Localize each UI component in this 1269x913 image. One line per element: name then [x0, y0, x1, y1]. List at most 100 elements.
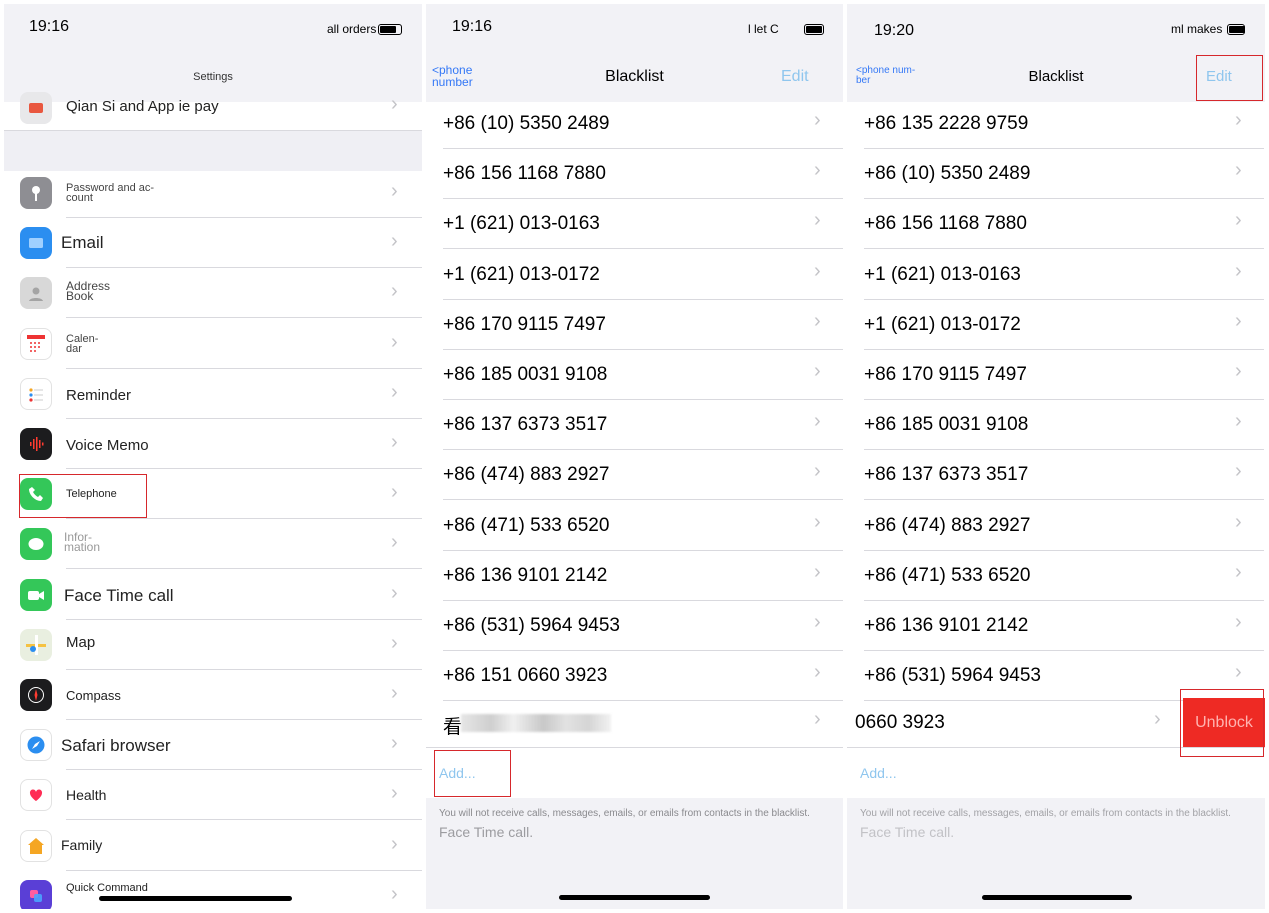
voice-memo-icon — [20, 428, 52, 460]
chevron-right-icon: › — [1235, 460, 1242, 483]
blocked-number: +86 170 9115 7497 — [864, 364, 1027, 385]
chevron-right-icon: › — [814, 309, 821, 332]
status-bar: 19:16 l let C — [426, 4, 843, 52]
chevron-right-icon: › — [391, 782, 398, 805]
settings-item[interactable]: Calen- dar › — [4, 319, 422, 369]
settings-item-label: Quick Command — [66, 881, 148, 894]
chevron-right-icon: › — [391, 330, 398, 353]
footer: You will not receive calls, messages, em… — [847, 798, 1265, 909]
blacklist-row[interactable]: +1 (621) 013-0172 › — [426, 249, 843, 300]
settings-item[interactable]: Map › — [4, 620, 422, 670]
settings-item[interactable]: Family › — [4, 821, 422, 871]
blocked-number: +86 156 1168 7880 — [443, 163, 606, 185]
chevron-right-icon: › — [391, 230, 398, 253]
blacklist-row-blurred[interactable]: 看 › — [426, 698, 843, 748]
nav-bar: <phone number Blacklist Edit — [426, 52, 843, 102]
blacklist-row[interactable]: +86 136 9101 2142 › — [847, 600, 1265, 651]
blurred-char: 看 — [443, 717, 463, 738]
compass-icon — [20, 679, 52, 711]
highlight-add — [434, 750, 511, 797]
blacklist-row[interactable]: +1 (621) 013-0172 › — [847, 299, 1265, 350]
blocked-number: +86 185 0031 9108 — [443, 364, 608, 385]
battery-icon — [378, 24, 402, 35]
blocked-number: +1 (621) 013-0172 — [864, 313, 1021, 335]
settings-item-label: Health — [66, 787, 107, 804]
settings-item[interactable]: Password and ac- count › — [4, 168, 422, 218]
blacklist-row[interactable]: +86 136 9101 2142 › — [426, 550, 843, 601]
settings-item[interactable]: Address Book › — [4, 268, 422, 319]
contacts-icon — [20, 277, 52, 310]
settings-item[interactable]: Compass › — [4, 670, 422, 720]
chevron-right-icon: › — [1235, 309, 1242, 332]
blacklist-row[interactable]: +86 (474) 883 2927 › — [426, 449, 843, 501]
blacklist-row[interactable]: +86 (471) 533 6520 › — [847, 550, 1265, 601]
blocked-number: +86 137 6373 3517 — [443, 414, 608, 436]
chevron-right-icon: › — [814, 209, 821, 232]
chevron-right-icon: › — [814, 259, 821, 282]
settings-item-label: Map — [66, 633, 96, 651]
settings-item-label: Infor- mation — [64, 530, 101, 555]
blacklist-row[interactable]: +86 (474) 883 2927 › — [847, 500, 1265, 551]
status-carrier: l let C — [748, 22, 779, 36]
blacklist-row[interactable]: +86 151 0660 3923 › — [426, 650, 843, 702]
settings-item-label: Voice Memo — [66, 437, 149, 454]
settings-item-apple-pay[interactable]: Qian Si and App ie pay › — [4, 88, 422, 130]
blacklist-row[interactable]: +86 156 1168 7880 › — [847, 198, 1265, 250]
chevron-right-icon: › — [391, 882, 398, 905]
blocked-number: +86 (531) 5964 9453 — [443, 615, 620, 636]
settings-item-label: Address Book — [66, 279, 111, 304]
blacklist-row[interactable]: +86 (10) 5350 2489 › — [847, 148, 1265, 200]
status-time: 19:20 — [874, 22, 915, 39]
blacklist-row[interactable]: +1 (621) 013-0163 › — [847, 249, 1265, 300]
settings-item[interactable]: Voice Memo › — [4, 419, 422, 469]
chevron-right-icon: › — [814, 460, 821, 483]
health-icon — [20, 779, 52, 812]
blocked-number: +86 (471) 533 6520 — [443, 514, 610, 536]
blacklist-row[interactable]: +86 170 9115 7497 › — [426, 299, 843, 350]
settings-item-label: Email — [61, 233, 104, 253]
settings-item[interactable]: Face Time call › — [4, 570, 422, 620]
blacklist-row[interactable]: +86 (531) 5964 9453 › — [426, 600, 843, 651]
blacklist-row[interactable]: +86 135 2228 9759 › — [847, 98, 1265, 149]
settings-item-label: Compass — [66, 688, 121, 703]
chevron-right-icon: › — [391, 631, 398, 654]
blacklist-row[interactable]: +1 (621) 013-0163 › — [426, 198, 843, 250]
blacklist-row[interactable]: +86 137 6373 3517 › — [847, 449, 1265, 501]
settings-item-label: Safari browser — [61, 736, 171, 756]
blacklist-row[interactable]: +86 156 1168 7880 › — [426, 148, 843, 200]
blacklist-row[interactable]: +86 170 9115 7497 › — [847, 349, 1265, 400]
chevron-right-icon: › — [1154, 708, 1161, 730]
footer-note: You will not receive calls, messages, em… — [439, 808, 810, 819]
blacklist-row[interactable]: +86 (471) 533 6520 › — [426, 500, 843, 551]
blurred-number — [461, 714, 611, 732]
chevron-right-icon: › — [814, 159, 821, 182]
settings-item[interactable]: Infor- mation › — [4, 519, 422, 570]
settings-item[interactable]: Health › — [4, 770, 422, 821]
blacklist-row[interactable]: +86 (10) 5350 2489 › — [426, 98, 843, 149]
chevron-right-icon: › — [391, 431, 398, 453]
settings-item[interactable]: Email › — [4, 218, 422, 269]
chevron-right-icon: › — [391, 180, 398, 202]
add-button[interactable]: Add... — [860, 765, 897, 781]
chevron-right-icon: › — [814, 410, 821, 433]
settings-item[interactable]: Quick Command › — [4, 871, 422, 909]
settings-item[interactable]: Safari browser › — [4, 720, 422, 771]
chevron-right-icon: › — [391, 93, 398, 115]
page-title: Settings — [193, 71, 233, 83]
blocked-number: +86 137 6373 3517 — [864, 464, 1029, 486]
blacklist-row[interactable]: +86 185 0031 9108 › — [426, 349, 843, 400]
blocked-number: +86 (10) 5350 2489 — [864, 163, 1031, 185]
settings-item-label: Calen- dar — [66, 332, 99, 355]
chevron-right-icon: › — [814, 360, 821, 382]
chevron-right-icon: › — [1235, 259, 1242, 282]
highlight-unblock — [1180, 689, 1264, 757]
edit-button[interactable]: Edit — [781, 68, 809, 86]
chevron-right-icon: › — [1235, 410, 1242, 433]
blocked-number: +86 170 9115 7497 — [443, 313, 606, 335]
settings-item-label: Face Time call — [64, 585, 174, 605]
blacklist-row[interactable]: +86 137 6373 3517 › — [426, 399, 843, 451]
blacklist-row[interactable]: +86 185 0031 9108 › — [847, 399, 1265, 451]
chevron-right-icon: › — [1235, 109, 1242, 131]
settings-item[interactable]: Reminder › — [4, 369, 422, 419]
key-icon — [20, 177, 52, 209]
